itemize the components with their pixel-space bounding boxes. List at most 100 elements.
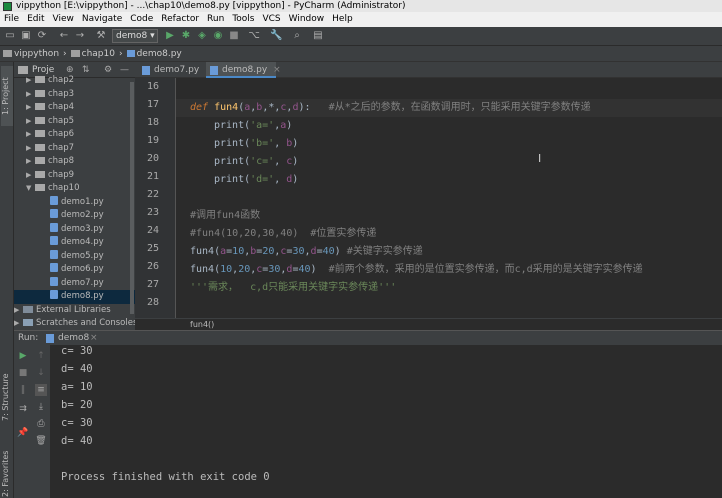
project-tool-tab[interactable]: 1: Project xyxy=(1,66,13,126)
debug-icon[interactable]: ✱ xyxy=(180,30,192,42)
tree-folder-item[interactable]: ▶ chap6 xyxy=(14,128,135,142)
chevron-right-icon[interactable]: ▶ xyxy=(26,74,35,88)
tree-folder-item[interactable]: ▶ chap7 xyxy=(14,142,135,156)
tree-item-label: demo4.py xyxy=(61,237,104,247)
tree-folder-item[interactable]: ▶ chap8 xyxy=(14,155,135,169)
tab-demo7[interactable]: demo7.py× xyxy=(138,62,213,78)
run-console[interactable]: c= 30 d= 40 a= 10 b= 20 c= 30 d= 40 Proc… xyxy=(50,345,722,498)
tree-file-item[interactable]: demo7.py xyxy=(14,276,135,291)
chevron-right-icon[interactable]: ▶ xyxy=(14,317,23,331)
run-icon[interactable]: ▶ xyxy=(164,30,176,42)
favorites-tool-tab[interactable]: 2: Favorites xyxy=(1,450,13,498)
tree-folder-item[interactable]: ▶ Scratches and Consoles xyxy=(14,317,137,331)
tree-folder-item[interactable]: ▶ chap4 xyxy=(14,101,135,115)
breadcrumb-folder[interactable]: chap10 xyxy=(70,46,115,61)
stop-icon[interactable]: ■ xyxy=(228,30,240,42)
tree-folder-item[interactable]: ▶ chap5 xyxy=(14,115,135,129)
trash-icon[interactable]: 🗑 xyxy=(35,435,47,447)
menu-vcs[interactable]: VCS xyxy=(258,12,284,27)
open-folder-icon[interactable]: ▭ xyxy=(4,30,16,42)
chevron-right-icon[interactable]: ▶ xyxy=(26,142,35,156)
tree-file-item[interactable]: demo3.py xyxy=(14,222,135,237)
chevron-right-icon[interactable]: ▶ xyxy=(26,155,35,169)
settings-wrench-icon[interactable]: 🔧 xyxy=(270,30,282,42)
chevron-right-icon[interactable]: ▶ xyxy=(26,88,35,102)
down-arrow-icon[interactable]: ↓ xyxy=(35,367,47,379)
print-icon[interactable]: ⎙ xyxy=(35,418,47,430)
menu-navigate[interactable]: Navigate xyxy=(78,12,126,27)
tree-folder-item[interactable]: ▼ chap10 xyxy=(14,182,135,196)
chevron-right-icon[interactable]: ▶ xyxy=(26,115,35,129)
menu-code[interactable]: Code xyxy=(126,12,157,27)
left-tool-strip: 1: Project 7: Structure 2: Favorites xyxy=(0,62,14,498)
menu-refactor[interactable]: Refactor xyxy=(157,12,203,27)
project-scrollbar[interactable] xyxy=(130,82,134,314)
vcs-icon[interactable]: ⌥ xyxy=(248,30,260,42)
search-icon[interactable]: ⌕ xyxy=(291,30,303,42)
save-all-icon[interactable]: ▣ xyxy=(20,30,32,42)
structure-icon[interactable]: ▤ xyxy=(312,30,324,42)
build-icon[interactable]: ⚒ xyxy=(95,30,107,42)
tree-file-item[interactable]: demo4.py xyxy=(14,236,135,250)
tree-folder-item[interactable]: ▶ chap2 xyxy=(14,74,135,88)
tree-folder-item[interactable]: ▶ chap9 xyxy=(14,169,135,183)
restore-layout-icon[interactable]: ⇉ xyxy=(17,403,29,415)
tree-file-item[interactable]: demo8.py xyxy=(14,290,135,304)
menu-window[interactable]: Window xyxy=(285,12,329,27)
coverage-icon[interactable]: ◈ xyxy=(196,30,208,42)
chevron-right-icon[interactable]: ▶ xyxy=(26,128,35,142)
breadcrumb-project[interactable]: vippython xyxy=(3,46,59,61)
tree-item-label: chap2 xyxy=(48,75,75,85)
tree-file-item[interactable]: demo6.py xyxy=(14,263,135,277)
console-line: c= 30 xyxy=(61,417,93,429)
chevron-right-icon[interactable]: ▶ xyxy=(14,304,23,318)
stop-icon[interactable]: ■ xyxy=(17,367,29,379)
breadcrumb: vippython › chap10 › demo8.py xyxy=(0,46,722,62)
library-icon xyxy=(23,305,33,313)
menu-view[interactable]: View xyxy=(49,12,78,27)
tree-file-item[interactable]: demo1.py xyxy=(14,195,135,210)
back-arrow-icon[interactable]: ← xyxy=(58,30,70,42)
tree-item-label: demo6.py xyxy=(61,264,104,274)
menu-help[interactable]: Help xyxy=(328,12,357,27)
python-file-icon xyxy=(142,66,150,75)
soft-wrap-icon[interactable]: ≡ xyxy=(35,384,47,396)
tab-demo8[interactable]: demo8.py × xyxy=(206,62,281,78)
structure-tool-tab[interactable]: 7: Structure xyxy=(1,362,13,432)
pycharm-logo-icon xyxy=(3,2,12,11)
run-tab-demo8[interactable]: demo8 xyxy=(58,331,89,346)
tree-item-label: demo3.py xyxy=(61,223,104,234)
profile-icon[interactable]: ◉ xyxy=(212,30,224,42)
breadcrumb-file[interactable]: demo8.py xyxy=(126,46,182,61)
pause-icon[interactable]: ‖ xyxy=(17,384,29,396)
up-arrow-icon[interactable]: ↑ xyxy=(35,350,47,362)
tree-item-label: chap6 xyxy=(48,129,75,139)
tree-folder-item[interactable]: ▶ External Libraries xyxy=(14,304,135,318)
chevron-down-icon[interactable]: ▼ xyxy=(26,182,35,196)
python-file-icon xyxy=(50,249,58,259)
menu-tools[interactable]: Tools xyxy=(228,12,258,27)
folder-icon xyxy=(35,103,45,110)
forward-arrow-icon[interactable]: → xyxy=(74,30,86,42)
chevron-right-icon[interactable]: ▶ xyxy=(26,101,35,115)
python-file-icon xyxy=(50,222,58,232)
run-config-dropdown[interactable]: demo8 ▾ xyxy=(112,29,158,43)
chevron-right-icon: › xyxy=(118,49,123,59)
line-number: 21 xyxy=(146,171,159,182)
close-icon[interactable]: × xyxy=(90,331,98,346)
tree-file-item[interactable]: demo5.py xyxy=(14,249,135,264)
menu-file[interactable]: File xyxy=(0,12,23,27)
editor-breadcrumb[interactable]: fun4() xyxy=(135,318,722,330)
code-editor[interactable]: def fun4(a,b,*,c,d): #从*之后的参数，在函数调用时，只能采… xyxy=(176,78,722,318)
tree-file-item[interactable]: demo2.py xyxy=(14,209,135,223)
code-line: print('d=', d) xyxy=(214,174,299,185)
tree-folder-item[interactable]: ▶ chap3 xyxy=(14,88,135,102)
scroll-to-end-icon[interactable]: ⤓ xyxy=(35,401,47,413)
menu-edit[interactable]: Edit xyxy=(23,12,48,27)
pin-icon[interactable]: 📌 xyxy=(17,427,29,439)
menu-run[interactable]: Run xyxy=(203,12,228,27)
chevron-right-icon[interactable]: ▶ xyxy=(26,169,35,183)
rerun-icon[interactable]: ▶ xyxy=(17,350,29,362)
sync-icon[interactable]: ⟳ xyxy=(36,30,48,42)
close-icon[interactable]: × xyxy=(273,65,281,75)
